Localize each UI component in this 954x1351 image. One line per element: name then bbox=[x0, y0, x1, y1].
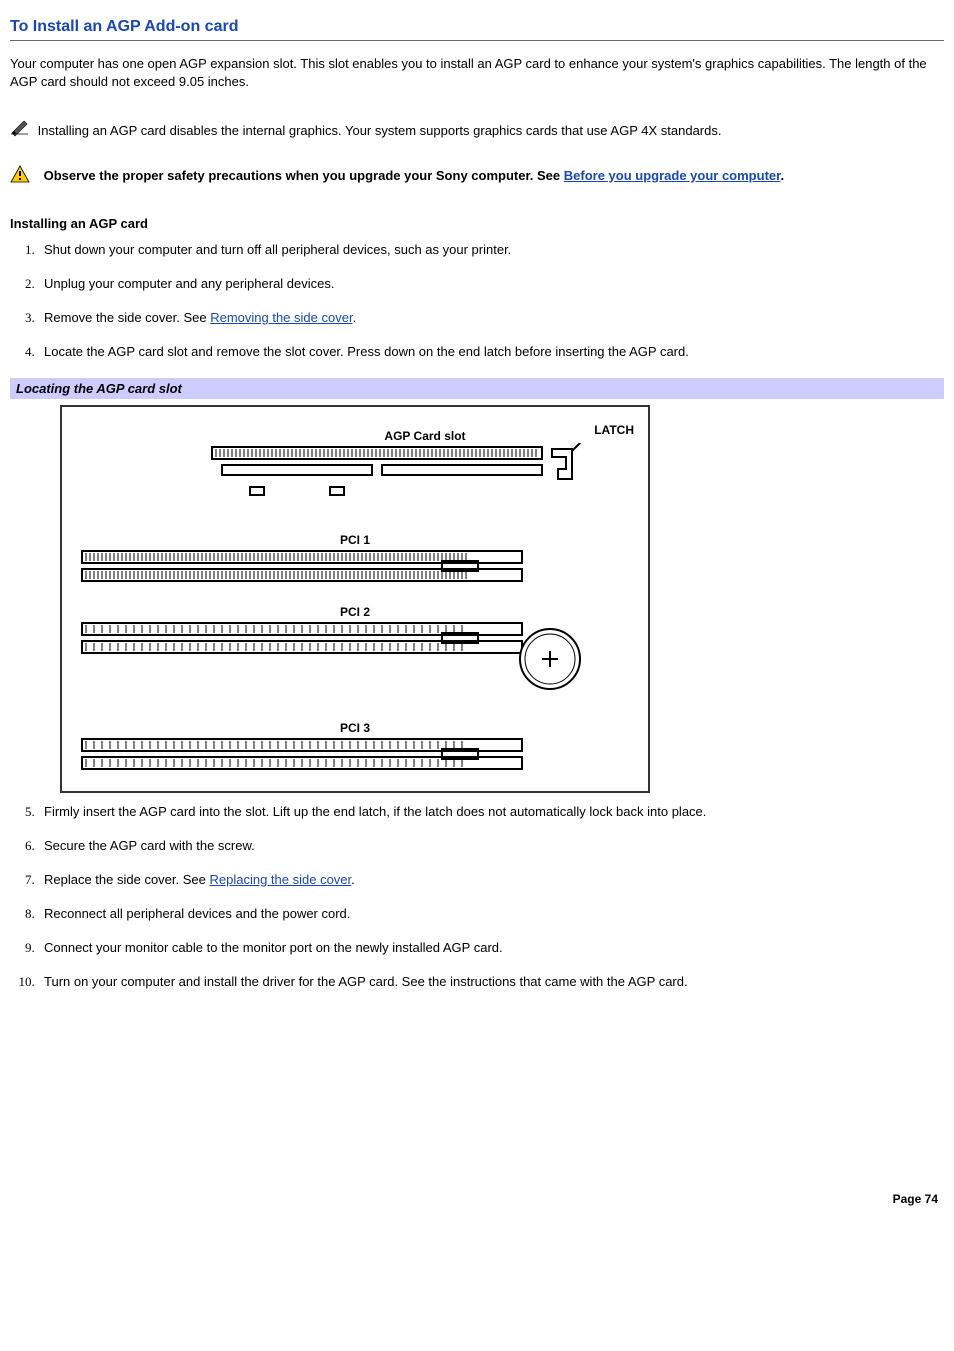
pci1-slot-row: PCI 1 bbox=[72, 533, 638, 583]
note-text: Installing an AGP card disables the inte… bbox=[38, 123, 722, 138]
step-4: Locate the AGP card slot and remove the … bbox=[38, 343, 944, 361]
figure-caption: Locating the AGP card slot bbox=[10, 378, 944, 399]
note-callout: Installing an AGP card disables the inte… bbox=[10, 121, 944, 142]
steps-list: Shut down your computer and turn off all… bbox=[38, 241, 944, 362]
pci3-slot-graphic bbox=[72, 735, 552, 771]
steps-list-continued: Firmly insert the AGP card into the slot… bbox=[38, 803, 944, 992]
page-title: To Install an AGP Add-on card bbox=[10, 18, 944, 41]
document-page: To Install an AGP Add-on card Your compu… bbox=[0, 0, 954, 1216]
figure-diagram: LATCH AGP Card slot bbox=[60, 405, 650, 793]
step-7-link[interactable]: Replacing the side cover bbox=[210, 872, 352, 887]
step-2: Unplug your computer and any peripheral … bbox=[38, 275, 944, 293]
step-7: Replace the side cover. See Replacing th… bbox=[38, 871, 944, 889]
section-subhead: Installing an AGP card bbox=[10, 216, 944, 231]
pci3-slot-row: PCI 3 bbox=[72, 721, 638, 771]
pci3-label: PCI 3 bbox=[72, 721, 638, 735]
pci2-label: PCI 2 bbox=[72, 605, 638, 619]
step-6: Secure the AGP card with the screw. bbox=[38, 837, 944, 855]
step-7-post: . bbox=[351, 872, 355, 887]
warning-callout: Observe the proper safety precautions wh… bbox=[10, 165, 944, 188]
step-7-pre: Replace the side cover. See bbox=[44, 872, 210, 887]
step-3-pre: Remove the side cover. See bbox=[44, 310, 210, 325]
warning-text-prefix: Observe the proper safety precautions wh… bbox=[44, 168, 564, 183]
step-1: Shut down your computer and turn off all… bbox=[38, 241, 944, 259]
figure-container: LATCH AGP Card slot bbox=[60, 405, 944, 793]
pci1-label: PCI 1 bbox=[72, 533, 638, 547]
note-pencil-icon bbox=[10, 121, 30, 142]
step-3: Remove the side cover. See Removing the … bbox=[38, 309, 944, 327]
warning-link[interactable]: Before you upgrade your computer bbox=[564, 168, 781, 183]
step-3-link[interactable]: Removing the side cover bbox=[210, 310, 352, 325]
pci1-slot-graphic bbox=[72, 547, 552, 583]
step-10: Turn on your computer and install the dr… bbox=[38, 973, 944, 991]
step-9: Connect your monitor cable to the monito… bbox=[38, 939, 944, 957]
step-3-post: . bbox=[353, 310, 357, 325]
agp-slot-graphic bbox=[72, 443, 632, 505]
step-5: Firmly insert the AGP card into the slot… bbox=[38, 803, 944, 821]
warning-triangle-icon bbox=[10, 165, 30, 188]
page-number: Page 74 bbox=[10, 1192, 944, 1206]
pci2-slot-row: PCI 2 bbox=[72, 605, 638, 699]
agp-slot-label: AGP Card slot bbox=[212, 429, 638, 443]
agp-slot-row: AGP Card slot bbox=[72, 429, 638, 505]
intro-paragraph: Your computer has one open AGP expansion… bbox=[10, 55, 944, 91]
pci2-slot-graphic bbox=[72, 619, 632, 699]
warning-text-suffix: . bbox=[780, 168, 784, 183]
step-8: Reconnect all peripheral devices and the… bbox=[38, 905, 944, 923]
